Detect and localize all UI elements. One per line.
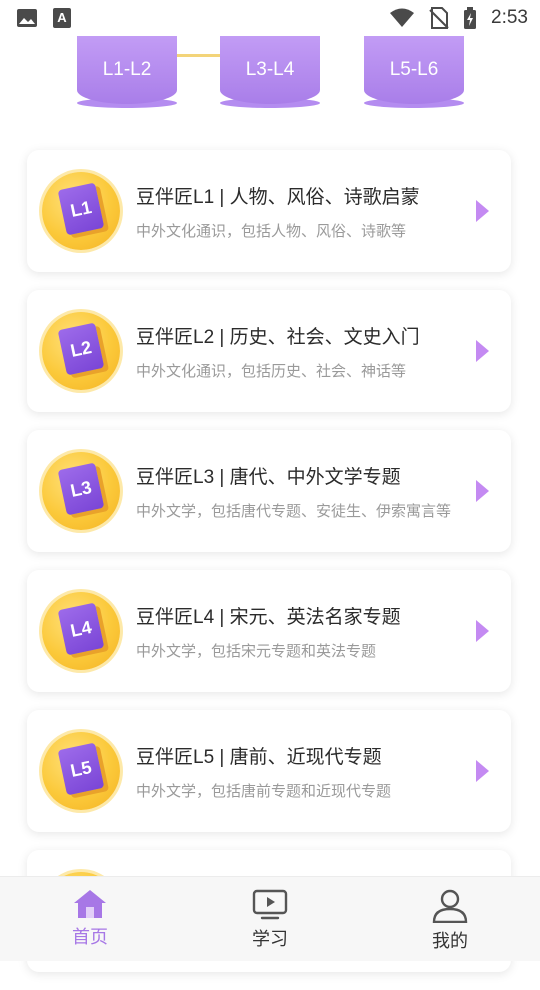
chevron-right-icon[interactable]: [476, 200, 489, 222]
course-badge-icon: L1: [42, 172, 120, 250]
tab-label: 学习: [252, 929, 288, 949]
chevron-right-icon[interactable]: [476, 620, 489, 642]
course-badge-icon: L3: [42, 452, 120, 530]
course-desc: 中外文化通识，包括人物、风俗、诗歌等: [136, 223, 407, 240]
bottom-tab-bar: 首页 学习 我的: [0, 876, 540, 961]
status-left: A: [16, 7, 72, 29]
level-selector: L1-L2 L3-L4 L5-L6: [0, 36, 540, 116]
course-card-l3[interactable]: L3 豆伴匠L3 | 唐代、中外文学专题 中外文学，包括唐代专题、安徒生、伊索寓…: [27, 430, 511, 552]
tab-study[interactable]: 学习: [180, 877, 360, 961]
svg-text:A: A: [57, 10, 67, 25]
course-card-l1[interactable]: L1 豆伴匠L1 | 人物、风俗、诗歌启蒙 中外文化通识，包括人物、风俗、诗歌等: [27, 150, 511, 272]
book-icon: L2: [57, 322, 105, 376]
play-screen-icon: [252, 889, 288, 920]
course-card-l5[interactable]: L5 豆伴匠L5 | 唐前、近现代专题 中外文学，包括唐前专题和近现代专题: [27, 710, 511, 832]
battery-charging-icon: [463, 7, 477, 29]
course-title: 豆伴匠L1 | 人物、风俗、诗歌启蒙: [136, 187, 420, 208]
chevron-right-icon[interactable]: [476, 760, 489, 782]
status-time: 2:53: [491, 7, 528, 28]
chevron-right-icon[interactable]: [476, 340, 489, 362]
home-icon: [74, 890, 106, 918]
course-badge-icon: L5: [42, 732, 120, 810]
image-icon: [16, 8, 38, 28]
tab-home[interactable]: 首页: [0, 877, 180, 961]
course-badge-icon: L2: [42, 312, 120, 390]
level-pill-l1-l2[interactable]: L1-L2: [77, 36, 177, 108]
chevron-right-icon[interactable]: [476, 480, 489, 502]
no-sim-icon: [429, 7, 449, 29]
course-title: 豆伴匠L4 | 宋元、英法名家专题: [136, 607, 401, 628]
level-pill-l5-l6[interactable]: L5-L6: [364, 36, 464, 108]
tab-label: 首页: [72, 927, 108, 947]
course-card-l2[interactable]: L2 豆伴匠L2 | 历史、社会、文史入门 中外文化通识，包括历史、社会、神话等: [27, 290, 511, 412]
course-badge-icon: L4: [42, 592, 120, 670]
book-icon: L4: [57, 602, 105, 656]
level-pill-l3-l4[interactable]: L3-L4: [220, 36, 320, 108]
book-icon: L5: [57, 742, 105, 796]
course-desc: 中外文学，包括唐前专题和近现代专题: [136, 783, 392, 800]
font-icon: A: [52, 7, 72, 29]
course-desc: 中外文化通识，包括历史、社会、神话等: [136, 363, 407, 380]
course-card-l4[interactable]: L4 豆伴匠L4 | 宋元、英法名家专题 中外文学，包括宋元专题和英法专题: [27, 570, 511, 692]
course-title: 豆伴匠L2 | 历史、社会、文史入门: [136, 327, 420, 348]
course-title: 豆伴匠L5 | 唐前、近现代专题: [136, 747, 382, 768]
tab-mine[interactable]: 我的: [360, 877, 540, 961]
tab-label: 我的: [432, 931, 468, 951]
course-desc: 中外文学，包括唐代专题、安徒生、伊索寓言等: [136, 503, 452, 520]
status-right: 2:53: [389, 7, 528, 29]
user-icon: [432, 889, 468, 923]
course-desc: 中外文学，包括宋元专题和英法专题: [136, 643, 377, 660]
course-title: 豆伴匠L3 | 唐代、中外文学专题: [136, 467, 401, 488]
wifi-icon: [389, 8, 415, 28]
course-list: L1 豆伴匠L1 | 人物、风俗、诗歌启蒙 中外文化通识，包括人物、风俗、诗歌等…: [27, 150, 511, 990]
book-icon: L3: [57, 462, 105, 516]
status-bar: A 2:53: [0, 0, 540, 36]
book-icon: L1: [57, 182, 105, 236]
